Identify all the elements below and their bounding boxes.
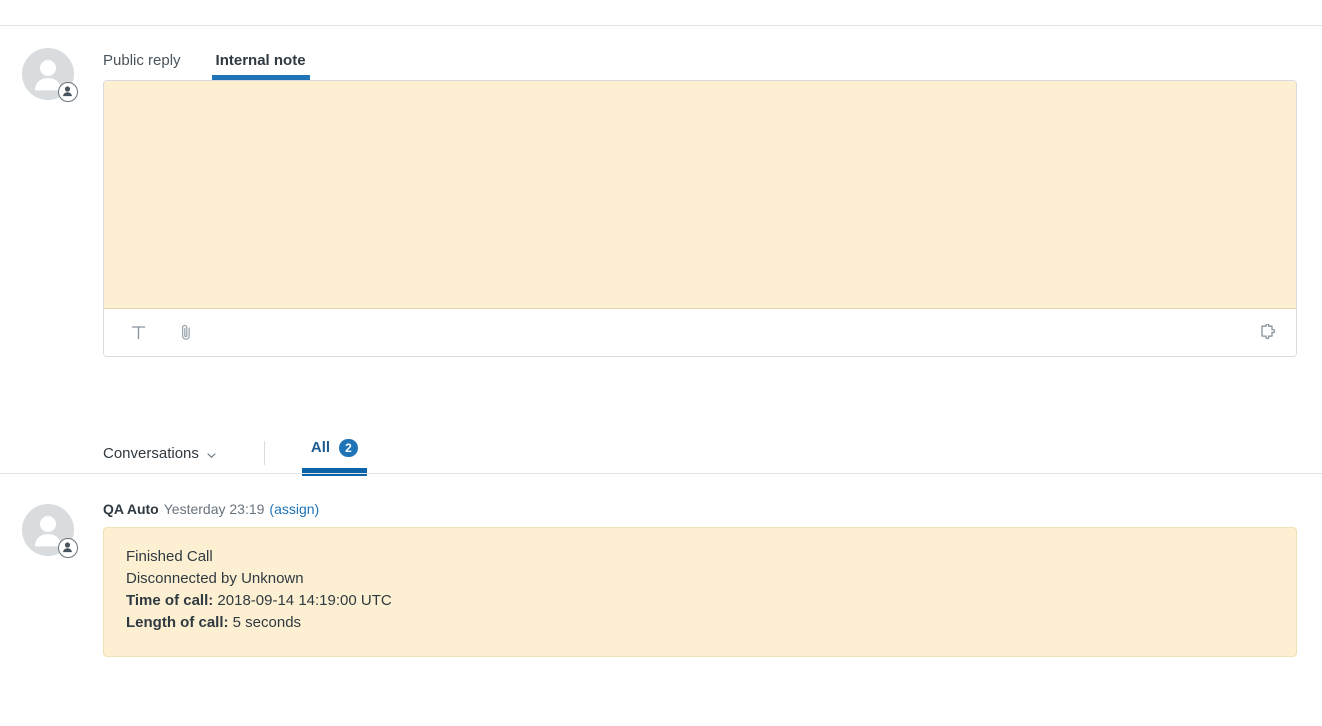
message-timestamp: Yesterday 23:19 xyxy=(163,501,265,517)
filter-divider xyxy=(263,441,265,465)
all-tab-count-badge: 2 xyxy=(339,438,358,457)
end-user-badge-icon xyxy=(58,82,78,102)
conversation-list-divider xyxy=(0,473,1322,474)
text-format-icon[interactable] xyxy=(128,323,148,343)
conversations-filter-label: Conversations xyxy=(103,444,199,462)
conversation-message: QA Auto Yesterday 23:19 (assign) Finished … xyxy=(103,500,1297,657)
puzzle-piece-glyph xyxy=(1260,323,1275,339)
message-line: Time of call: 2018-09-14 14:19:00 UTC xyxy=(126,590,1274,612)
message-line: Finished Call xyxy=(126,546,1274,568)
message-author: QA Auto xyxy=(103,501,159,517)
composer-tabs: Public reply Internal note xyxy=(103,40,1297,80)
top-divider xyxy=(0,25,1322,26)
message-line: Length of call: 5 seconds xyxy=(126,612,1274,634)
message-line-text: Finished Call xyxy=(126,548,213,565)
message-line-text: 2018-09-14 14:19:00 UTC xyxy=(217,592,392,609)
message-line-text: 5 seconds xyxy=(232,614,302,631)
badge-person-glyph xyxy=(63,542,72,553)
message-meta: QA Auto Yesterday 23:19 (assign) xyxy=(103,500,1297,518)
tab-public-reply[interactable]: Public reply xyxy=(103,52,181,80)
tab-all-conversations[interactable]: All 2 xyxy=(301,438,367,476)
conversations-filter-dropdown[interactable]: Conversations xyxy=(103,445,216,462)
message-line-text: Disconnected by Unknown xyxy=(126,570,304,587)
composer-avatar xyxy=(22,48,78,102)
tab-internal-note[interactable]: Internal note xyxy=(211,52,310,80)
assign-link[interactable]: (assign) xyxy=(269,501,319,517)
message-line-label: Length of call: xyxy=(126,614,229,631)
conversation-filter-bar: Conversations All 2 xyxy=(103,432,367,476)
paperclip-glyph xyxy=(181,324,190,340)
apps-puzzle-piece-icon[interactable] xyxy=(1258,323,1278,343)
end-user-badge-icon xyxy=(58,538,78,558)
text-format-glyph xyxy=(131,326,145,340)
badge-person-glyph xyxy=(63,86,72,97)
chevron-down-glyph xyxy=(207,452,216,458)
composer-tool-icons xyxy=(128,323,196,343)
ticket-conversation-pane: Public reply Internal note Conversations… xyxy=(0,0,1322,726)
chevron-down-icon xyxy=(207,447,216,458)
attachment-paperclip-icon[interactable] xyxy=(176,323,196,343)
message-avatar xyxy=(22,504,78,558)
all-tab-label: All xyxy=(310,439,331,456)
composer-toolbar xyxy=(104,309,1296,356)
message-line: Disconnected by Unknown xyxy=(126,568,1274,590)
reply-composer: Public reply Internal note xyxy=(103,40,1297,357)
internal-note-bubble: Finished Call Disconnected by Unknown Ti… xyxy=(103,527,1297,657)
message-line-label: Time of call: xyxy=(126,592,214,609)
composer-box xyxy=(103,80,1297,357)
internal-note-input[interactable] xyxy=(104,81,1296,309)
